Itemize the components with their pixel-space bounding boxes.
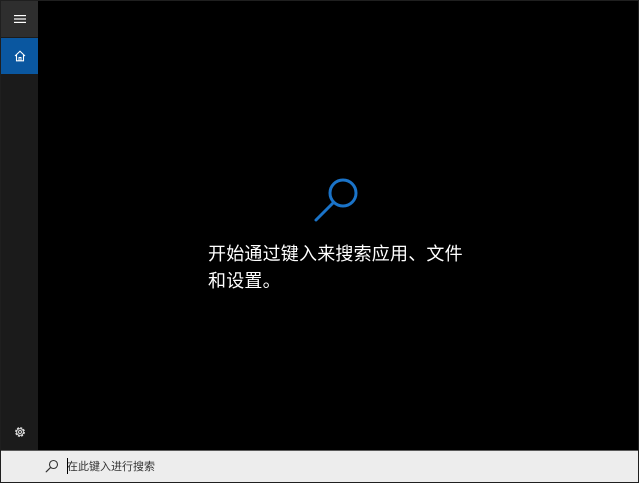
search-hint-line-2: 和设置。 [208,271,281,292]
sidebar [1,1,38,450]
text-caret [67,458,68,474]
home-button[interactable] [1,38,38,74]
search-hint: 开始通过键入来搜索应用、文件 和设置。 [208,241,478,295]
search-icon [314,178,358,222]
search-input[interactable] [67,456,627,476]
gear-icon [14,427,25,437]
search-icon [45,459,59,473]
settings-button[interactable] [1,414,38,450]
search-hint-line-1: 开始通过键入来搜索应用、文件 [208,244,463,265]
search-window: 开始通过键入来搜索应用、文件 和设置。 [0,0,639,483]
search-bar[interactable] [1,450,638,482]
menu-button[interactable] [1,1,38,37]
hamburger-icon [13,15,26,23]
main-panel: 开始通过键入来搜索应用、文件 和设置。 [38,1,638,450]
home-icon [14,50,25,62]
